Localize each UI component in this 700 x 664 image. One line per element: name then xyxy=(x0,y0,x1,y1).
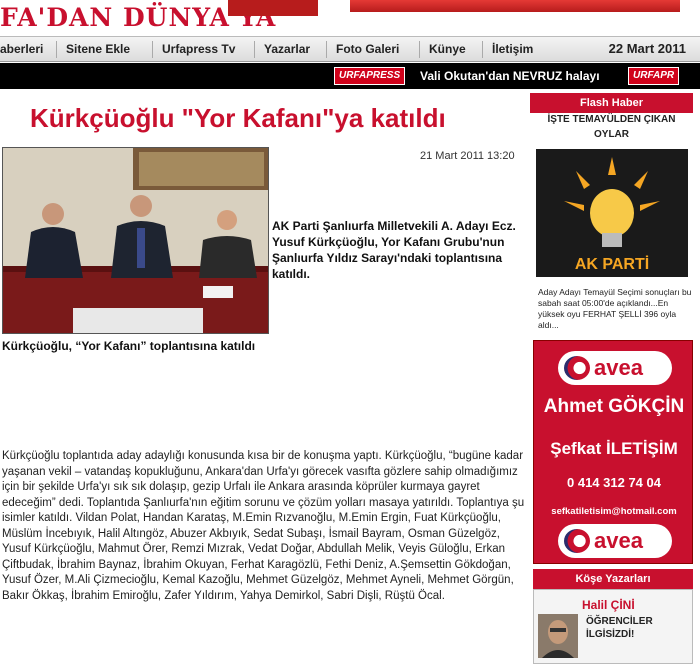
author-article-title[interactable]: ÖĞRENCİLER İLGİSİZDİ! xyxy=(586,615,653,641)
author-avatar xyxy=(538,614,578,658)
nav-item-sitene-ekle[interactable]: Sitene Ekle xyxy=(66,42,130,56)
main-nav: aberleri Sitene Ekle Urfapress Tv Yazarl… xyxy=(0,36,700,62)
article-photo-image xyxy=(3,148,268,333)
akp-lightbulb-icon: AK PARTİ xyxy=(536,149,688,277)
ad-person-name: Ahmet GÖKÇİN xyxy=(543,396,685,417)
ticker-headline[interactable]: Vali Okutan'dan NEVRUZ halayı xyxy=(420,69,600,83)
columnist-card[interactable]: Halil ÇİNİ ÖĞRENCİLER İLGİSİZDİ! xyxy=(533,589,693,664)
nav-item-yazarlar[interactable]: Yazarlar xyxy=(264,42,310,56)
article-body: Kürkçüoğlu toplantıda aday adaylığı konu… xyxy=(2,450,525,602)
flash-news-header: Flash Haber xyxy=(530,93,693,113)
nav-item-urfapress-tv[interactable]: Urfapress Tv xyxy=(162,42,235,56)
article-photo xyxy=(2,147,269,334)
ad-phone: 0 414 312 74 04 xyxy=(567,475,661,490)
ticker-logo-right: URFAPR xyxy=(628,67,680,85)
flash-news-title[interactable]: İŞTE TEMAYÜLDEN ÇIKAN OYLAR xyxy=(530,112,693,142)
ad-company-name: Şefkat İLETİŞİM xyxy=(550,439,678,458)
author-article-title-line: İLGİSİZDİ! xyxy=(586,629,635,640)
nav-item-kunye[interactable]: Künye xyxy=(429,42,466,56)
nav-divider xyxy=(326,41,327,58)
article-title: Kürkçüoğlu "Yor Kafanı"ya katıldı xyxy=(30,103,446,133)
avea-logo-top: avea xyxy=(558,351,672,385)
top-banner-ad-2[interactable] xyxy=(350,0,680,12)
site-header: FA'DAN DÜNYA'YA xyxy=(0,0,700,36)
avea-brand-label: avea xyxy=(594,355,643,380)
nav-item-foto-galeri[interactable]: Foto Galeri xyxy=(336,42,399,56)
nav-divider xyxy=(56,41,57,58)
current-date: 22 Mart 2011 xyxy=(608,41,686,56)
ad-email: sefkatiletisim@hotmail.com xyxy=(551,506,677,517)
top-banner-ad[interactable] xyxy=(228,0,318,16)
nav-divider xyxy=(419,41,420,58)
avea-brand-label: avea xyxy=(594,528,643,553)
author-name[interactable]: Halil ÇİNİ xyxy=(582,598,635,612)
article-lead: AK Parti Şanlıurfa Milletvekili A. Adayı… xyxy=(272,219,516,281)
nav-divider xyxy=(254,41,255,58)
flash-news-summary[interactable]: Aday Adayı Temayül Seçimi sonuçları bu s… xyxy=(538,287,693,331)
nav-divider xyxy=(482,41,483,58)
ticker-logo-left: URFAPRESS xyxy=(334,67,406,85)
columnists-header: Köşe Yazarları xyxy=(533,569,693,589)
avea-swirl-icon xyxy=(564,356,590,380)
nav-divider xyxy=(152,41,153,58)
photo-caption: Kürkçüoğlu, “Yor Kafanı” toplantısına ka… xyxy=(2,339,256,353)
article-date: 21 Mart 2011 13:20 xyxy=(420,150,515,162)
avea-logo-bottom: avea xyxy=(558,524,672,558)
nav-item-haberleri[interactable]: aberleri xyxy=(0,42,43,56)
news-ticker: URFAPRESS Vali Okutan'dan NEVRUZ halayı … xyxy=(0,63,700,89)
akp-news-image[interactable]: AK PARTİ xyxy=(536,149,688,277)
akp-label: AK PARTİ xyxy=(575,255,649,273)
nav-item-iletisim[interactable]: İletişim xyxy=(492,42,533,56)
avea-swirl-icon xyxy=(564,529,590,553)
author-article-title-line: ÖĞRENCİLER xyxy=(586,616,653,627)
avea-advertisement[interactable]: avea Ahmet GÖKÇİN Şefkat İLETİŞİM 0 414 … xyxy=(533,340,693,564)
